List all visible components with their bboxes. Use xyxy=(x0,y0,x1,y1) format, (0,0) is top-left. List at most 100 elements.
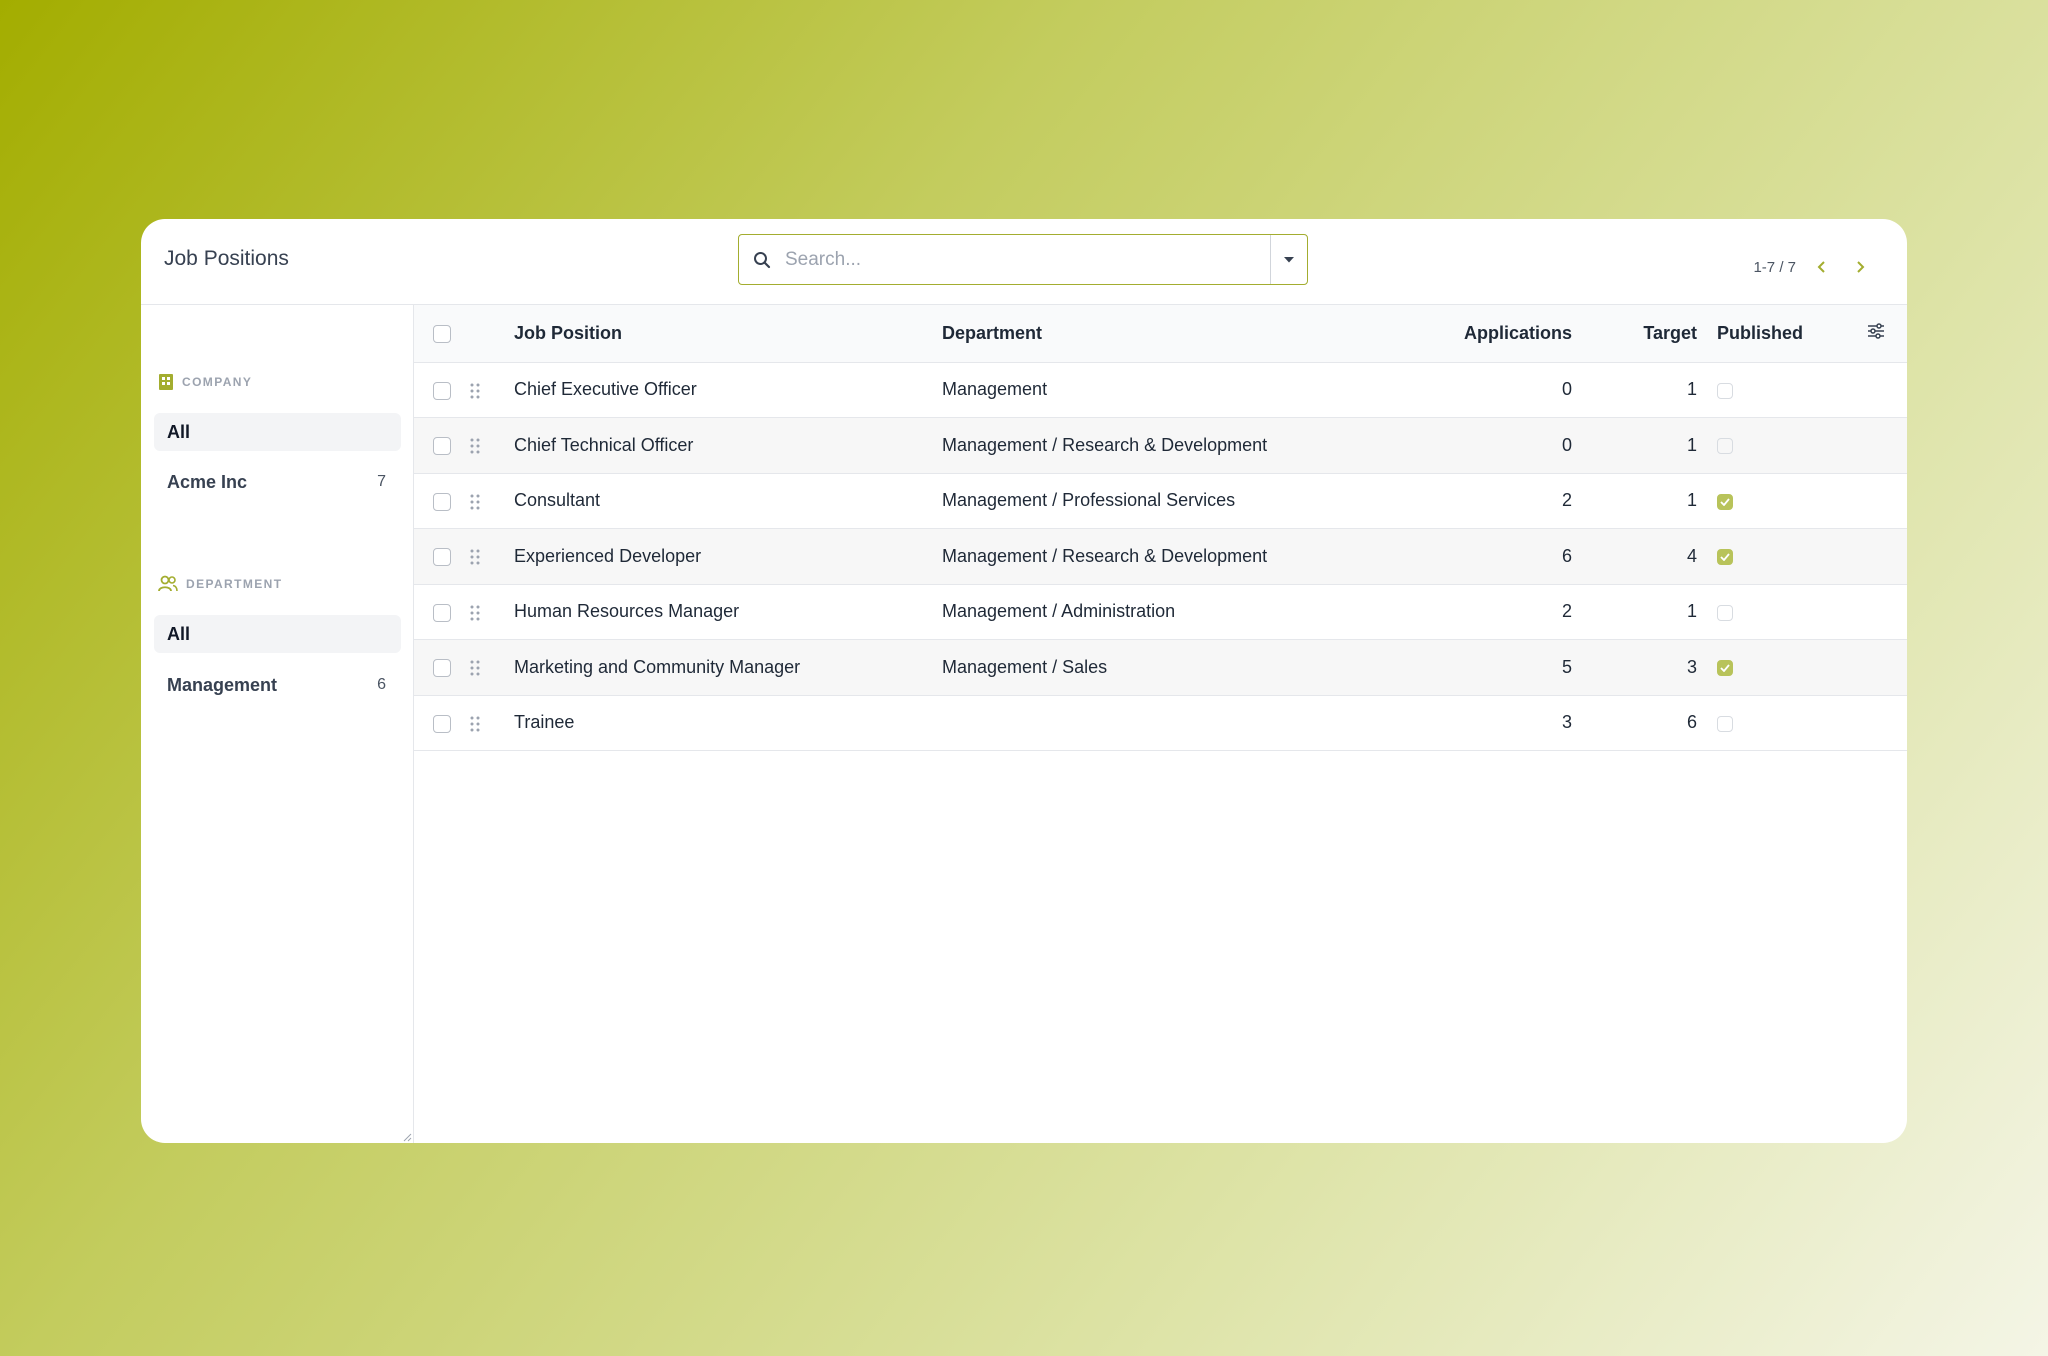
pager-next-button[interactable] xyxy=(1848,255,1872,279)
checkmark-icon xyxy=(1720,497,1730,506)
row-drag-handle[interactable] xyxy=(470,716,480,732)
cell-job-position[interactable]: Chief Executive Officer xyxy=(514,362,942,418)
search-options-toggle[interactable] xyxy=(1270,235,1307,284)
department-heading: DEPARTMENT xyxy=(186,577,283,591)
department-filter-management[interactable]: Management 6 xyxy=(154,666,401,704)
facet-label: All xyxy=(167,623,191,644)
facet-label: Acme Inc xyxy=(167,471,248,492)
cell-department[interactable]: Management / Research & Development xyxy=(942,418,1392,474)
table-row[interactable]: Chief Technical Officer Management / Rese… xyxy=(414,417,1907,474)
chevron-right-icon xyxy=(1857,261,1865,273)
row-select-checkbox[interactable] xyxy=(433,437,451,455)
facet-label: Management xyxy=(167,674,278,695)
drag-handle-icon xyxy=(470,605,480,620)
row-drag-handle[interactable] xyxy=(470,660,480,676)
table-row[interactable]: Experienced Developer Management / Resear… xyxy=(414,528,1907,585)
department-filter-all[interactable]: All xyxy=(154,615,401,653)
cell-applications[interactable]: 6 xyxy=(1392,529,1572,585)
cell-job-position[interactable]: Human Resources Manager xyxy=(514,584,942,640)
row-select-checkbox[interactable] xyxy=(433,714,451,733)
cell-job-position[interactable]: Marketing and Community Manager xyxy=(514,640,942,696)
company-filter-acme-inc[interactable]: Acme Inc 7 xyxy=(154,463,401,501)
drag-handle-icon xyxy=(470,438,480,454)
row-drag-handle[interactable] xyxy=(470,549,480,565)
table-row[interactable]: Chief Executive Officer Management 0 1 xyxy=(414,362,1907,418)
cell-applications[interactable]: 5 xyxy=(1392,640,1572,696)
chevron-left-icon xyxy=(1817,261,1825,273)
optional-columns-toggle[interactable] xyxy=(1867,305,1907,362)
published-checkbox[interactable] xyxy=(1717,438,1733,454)
search-icon xyxy=(739,235,785,284)
column-header-job-position[interactable]: Job Position xyxy=(514,305,942,362)
cell-applications[interactable]: 2 xyxy=(1392,473,1572,529)
cell-job-position[interactable]: Consultant xyxy=(514,473,942,529)
checkmark-icon xyxy=(1720,664,1730,672)
caret-down-icon xyxy=(1284,256,1294,262)
column-header-published[interactable]: Published xyxy=(1697,305,1867,362)
cell-department[interactable]: Management / Sales xyxy=(942,640,1392,696)
drag-handle-icon xyxy=(470,494,480,509)
published-checkbox[interactable] xyxy=(1717,493,1733,510)
cell-department[interactable]: Management xyxy=(942,362,1392,418)
cell-applications[interactable]: 0 xyxy=(1392,418,1572,474)
resize-handle-icon[interactable] xyxy=(402,1132,412,1142)
cell-job-position[interactable]: Chief Technical Officer xyxy=(514,418,942,474)
cell-department[interactable]: Management / Professional Services xyxy=(942,473,1392,529)
cell-applications[interactable]: 2 xyxy=(1392,584,1572,640)
table-header-row: Job Position Department Applications Tar… xyxy=(414,305,1907,362)
cell-target[interactable]: 6 xyxy=(1572,695,1697,751)
published-checkbox[interactable] xyxy=(1717,549,1733,565)
search-input[interactable] xyxy=(785,235,1270,284)
job-positions-list: Job Position Department Applications Tar… xyxy=(414,305,1907,1143)
cell-job-position[interactable]: Experienced Developer xyxy=(514,529,942,585)
cell-target[interactable]: 4 xyxy=(1572,529,1697,585)
select-all-cell xyxy=(414,305,470,362)
building-icon xyxy=(159,374,173,390)
row-select-checkbox[interactable] xyxy=(433,603,451,622)
row-drag-handle[interactable] xyxy=(470,494,480,510)
sliders-icon xyxy=(1868,323,1884,339)
users-icon xyxy=(158,575,178,592)
pager-previous-button[interactable] xyxy=(1810,255,1834,279)
cell-applications[interactable]: 0 xyxy=(1392,362,1572,418)
table-row[interactable]: Human Resources Manager Management / Admi… xyxy=(414,584,1907,640)
table-row[interactable]: Trainee 3 6 xyxy=(414,695,1907,751)
facet-count: 6 xyxy=(377,676,386,693)
row-drag-handle[interactable] xyxy=(470,438,480,454)
drag-handle-icon xyxy=(470,383,480,398)
published-checkbox[interactable] xyxy=(1717,660,1733,676)
control-panel: Job Positions 1-7 / 7 xyxy=(141,219,1907,305)
pager: 1-7 / 7 xyxy=(1753,255,1872,279)
cell-department[interactable]: Management / Administration xyxy=(942,584,1392,640)
column-header-department[interactable]: Department xyxy=(942,305,1392,362)
table-row[interactable]: Consultant Management / Professional Serv… xyxy=(414,473,1907,529)
published-checkbox[interactable] xyxy=(1717,715,1733,732)
cell-job-position[interactable]: Trainee xyxy=(514,695,942,751)
company-filter-all[interactable]: All xyxy=(154,413,401,451)
drag-handle-icon xyxy=(470,549,480,565)
cell-target[interactable]: 1 xyxy=(1572,418,1697,474)
row-drag-handle[interactable] xyxy=(470,383,480,399)
row-select-checkbox[interactable] xyxy=(433,548,451,566)
cell-applications[interactable]: 3 xyxy=(1392,695,1572,751)
row-select-checkbox[interactable] xyxy=(433,492,451,511)
published-checkbox[interactable] xyxy=(1717,604,1733,621)
row-drag-handle[interactable] xyxy=(470,605,480,621)
published-checkbox[interactable] xyxy=(1717,382,1733,399)
drag-handle-icon xyxy=(470,660,480,676)
list-table: Job Position Department Applications Tar… xyxy=(414,305,1907,751)
search-bar[interactable] xyxy=(738,234,1308,285)
cell-target[interactable]: 1 xyxy=(1572,362,1697,418)
cell-target[interactable]: 1 xyxy=(1572,473,1697,529)
cell-department[interactable]: Management / Research & Development xyxy=(942,529,1392,585)
column-header-target[interactable]: Target xyxy=(1572,305,1697,362)
cell-target[interactable]: 3 xyxy=(1572,640,1697,696)
row-select-checkbox[interactable] xyxy=(433,381,451,400)
cell-target[interactable]: 1 xyxy=(1572,584,1697,640)
cell-department[interactable] xyxy=(942,695,1392,751)
select-all-checkbox[interactable] xyxy=(433,325,451,343)
column-header-applications[interactable]: Applications xyxy=(1392,305,1572,362)
pager-value[interactable]: 1-7 / 7 xyxy=(1753,259,1796,276)
row-select-checkbox[interactable] xyxy=(433,659,451,677)
table-row[interactable]: Marketing and Community Manager Managemen… xyxy=(414,639,1907,696)
